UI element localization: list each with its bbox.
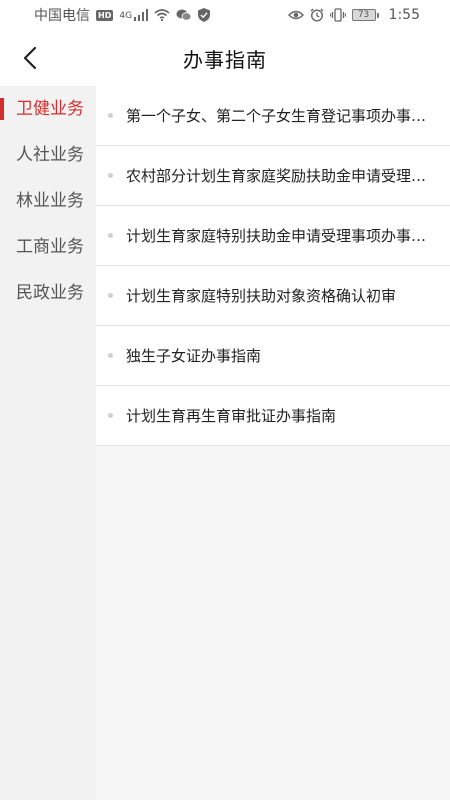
sidebar-item-social-security[interactable]: 人社业务 xyxy=(0,132,96,178)
list-item-title: 计划生育再生育审批证办事指南 xyxy=(126,407,337,425)
eye-icon xyxy=(287,9,304,21)
bullet-dot-icon xyxy=(108,413,113,418)
bullet-dot-icon xyxy=(108,293,113,298)
bullet-dot-icon xyxy=(108,233,113,238)
app-screen: 中国电信 HD 4G 73 1:55 办事指南 卫健业务 人社业务 林业业务 工… xyxy=(0,0,450,800)
signal-icon xyxy=(134,9,149,21)
sidebar-item-label: 工商业务 xyxy=(16,237,84,257)
list-item[interactable]: 第一个子女、第二个子女生育登记事项办事指南 xyxy=(96,86,450,146)
status-bar: 中国电信 HD 4G 73 1:55 xyxy=(0,0,450,30)
list-item-title: 计划生育家庭特别扶助金申请受理事项办事指南 xyxy=(126,227,438,245)
carrier-name: 中国电信 xyxy=(34,8,90,24)
sidebar-item-label: 卫健业务 xyxy=(16,99,84,119)
guide-list: 第一个子女、第二个子女生育登记事项办事指南 农村部分计划生育家庭奖励扶助金申请受… xyxy=(96,86,450,800)
network-type: 4G xyxy=(119,11,133,21)
app-header: 办事指南 xyxy=(0,30,450,86)
vibrate-icon xyxy=(329,8,346,22)
sidebar-item-commerce[interactable]: 工商业务 xyxy=(0,224,96,270)
sidebar-item-civil-affairs[interactable]: 民政业务 xyxy=(0,270,96,316)
battery-icon: 73 xyxy=(351,9,379,21)
list-item-title: 农村部分计划生育家庭奖励扶助金申请受理事项办事指南 xyxy=(126,167,438,185)
bullet-dot-icon xyxy=(108,173,113,178)
shield-icon xyxy=(198,8,211,22)
list-item-title: 独生子女证办事指南 xyxy=(126,347,262,365)
page-title: 办事指南 xyxy=(183,47,267,72)
sidebar-item-label: 人社业务 xyxy=(16,145,84,165)
hd-icon: HD xyxy=(96,9,114,21)
clock-time: 1:55 xyxy=(388,7,420,23)
battery-tip xyxy=(376,12,379,18)
list-item-title: 计划生育家庭特别扶助对象资格确认初审 xyxy=(126,287,397,305)
list-item[interactable]: 农村部分计划生育家庭奖励扶助金申请受理事项办事指南 xyxy=(96,146,450,206)
sidebar-item-forestry[interactable]: 林业业务 xyxy=(0,178,96,224)
sidebar-item-label: 民政业务 xyxy=(16,283,84,303)
list-item[interactable]: 计划生育家庭特别扶助金申请受理事项办事指南 xyxy=(96,206,450,266)
status-left: 中国电信 HD 4G xyxy=(34,5,211,25)
list-item[interactable]: 计划生育家庭特别扶助对象资格确认初审 xyxy=(96,266,450,326)
sidebar-item-label: 林业业务 xyxy=(16,191,84,211)
status-right: 73 1:55 xyxy=(287,7,420,23)
bullet-dot-icon xyxy=(108,353,113,358)
bullet-dot-icon xyxy=(108,113,113,118)
chevron-left-icon xyxy=(23,46,37,70)
wifi-icon xyxy=(154,9,170,21)
guide-list-items: 第一个子女、第二个子女生育登记事项办事指南 农村部分计划生育家庭奖励扶助金申请受… xyxy=(96,86,450,446)
alarm-icon xyxy=(310,8,324,22)
wechat-icon xyxy=(176,8,192,22)
list-item[interactable]: 独生子女证办事指南 xyxy=(96,326,450,386)
back-button[interactable] xyxy=(12,40,48,76)
list-item-title: 第一个子女、第二个子女生育登记事项办事指南 xyxy=(126,107,438,125)
battery-level: 73 xyxy=(351,9,376,21)
list-item[interactable]: 计划生育再生育审批证办事指南 xyxy=(96,386,450,446)
category-sidebar: 卫健业务 人社业务 林业业务 工商业务 民政业务 xyxy=(0,86,96,800)
sidebar-item-health[interactable]: 卫健业务 xyxy=(0,86,96,132)
